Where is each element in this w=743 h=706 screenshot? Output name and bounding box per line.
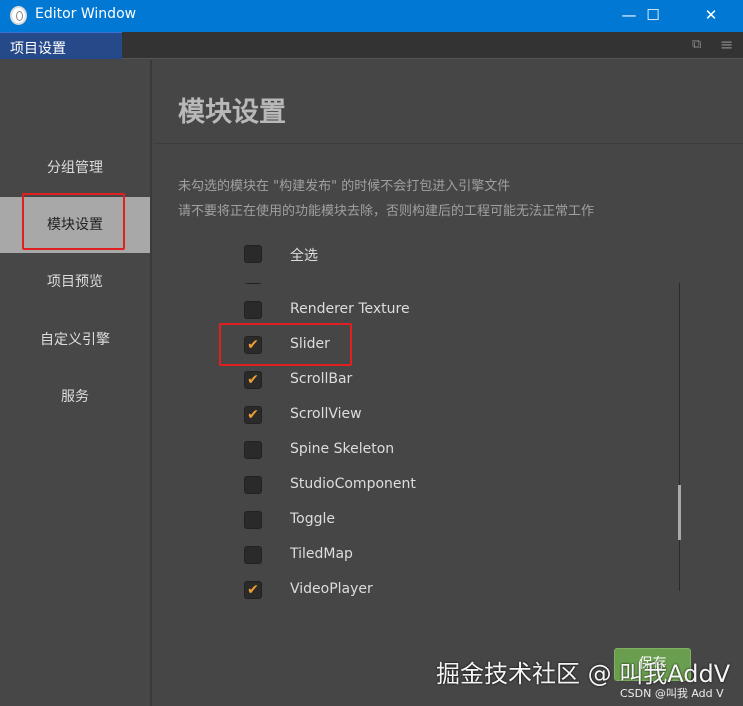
module-row[interactable]: TiledMap — [244, 545, 544, 565]
sidebar-item-services[interactable]: 服务 — [0, 369, 150, 425]
module-row[interactable]: Spine Skeleton — [244, 440, 544, 460]
module-label: StudioComponent — [290, 476, 416, 492]
checkbox-unchecked[interactable] — [244, 511, 262, 529]
description-line-1: 未勾选的模块在 "构建发布" 的时候不会打包进入引擎文件 — [178, 179, 511, 194]
check-icon: ✔ — [247, 407, 259, 423]
module-label: ScrollView — [290, 406, 362, 422]
highlight-box-slider — [219, 323, 352, 366]
module-label: ScrollBar — [290, 371, 353, 387]
close-button[interactable]: ✕ — [688, 0, 734, 32]
module-row[interactable]: ✔ ScrollBar — [244, 370, 544, 390]
module-row[interactable]: ✔ ScrollView — [244, 405, 544, 425]
checkbox-unchecked[interactable] — [244, 301, 262, 319]
module-row[interactable]: Renderer Texture — [244, 300, 544, 320]
check-icon: ✔ — [247, 372, 259, 388]
select-all-checkbox[interactable] — [244, 245, 262, 263]
module-row[interactable]: ✔RichText — [244, 283, 544, 285]
module-label: VideoPlayer — [290, 581, 373, 597]
checkbox-unchecked[interactable] — [244, 546, 262, 564]
title-bar: Editor Window — ☐ ✕ — [0, 0, 743, 32]
app-logo-icon — [10, 6, 27, 25]
sidebar: 分组管理 模块设置 项目预览 自定义引擎 服务 — [0, 60, 152, 706]
checkbox-unchecked[interactable] — [244, 476, 262, 494]
select-all-label: 全选 — [290, 248, 318, 264]
module-row[interactable]: Toggle — [244, 510, 544, 530]
checkbox-checked[interactable]: ✔ — [244, 283, 262, 284]
select-all-row[interactable]: 全选 — [244, 244, 544, 264]
window-title: Editor Window — [35, 6, 137, 22]
menu-icon[interactable]: ≡ — [720, 35, 733, 54]
module-label: Toggle — [290, 511, 336, 527]
sidebar-item-groups[interactable]: 分组管理 — [0, 140, 150, 196]
checkbox-unchecked[interactable] — [244, 441, 262, 459]
scrollbar-thumb[interactable] — [678, 485, 681, 540]
description-line-2: 请不要将正在使用的功能模块去除，否则构建后的工程可能无法正常工作 — [178, 204, 595, 219]
popout-icon[interactable]: ⧉ — [692, 37, 701, 52]
checkbox-checked[interactable]: ✔ — [244, 581, 262, 599]
sidebar-item-preview[interactable]: 项目预览 — [0, 254, 150, 310]
module-row[interactable]: StudioComponent — [244, 475, 544, 495]
watermark: 掘金技术社区 @ 叫我AddV — [436, 660, 731, 688]
sidebar-item-custom-engine[interactable]: 自定义引擎 — [0, 312, 150, 368]
module-label: Spine Skeleton — [290, 441, 395, 457]
module-label: Renderer Texture — [290, 301, 410, 317]
watermark-sub: CSDN @叫我 Add V — [620, 687, 724, 700]
tab-project-settings[interactable]: 项目设置 — [0, 32, 122, 59]
tab-bar: 项目设置 ⧉ ≡ — [0, 32, 743, 59]
maximize-button[interactable]: ☐ — [630, 0, 676, 32]
section-header: 模块设置 — [154, 60, 743, 144]
module-label: TiledMap — [290, 546, 353, 562]
page-title: 模块设置 — [178, 97, 286, 128]
checkbox-checked[interactable]: ✔ — [244, 371, 262, 389]
check-icon: ✔ — [247, 582, 259, 598]
module-row[interactable]: ✔ VideoPlayer — [244, 580, 544, 600]
highlight-box — [22, 193, 125, 250]
scrollbar-track[interactable] — [679, 283, 680, 591]
checkbox-checked[interactable]: ✔ — [244, 406, 262, 424]
